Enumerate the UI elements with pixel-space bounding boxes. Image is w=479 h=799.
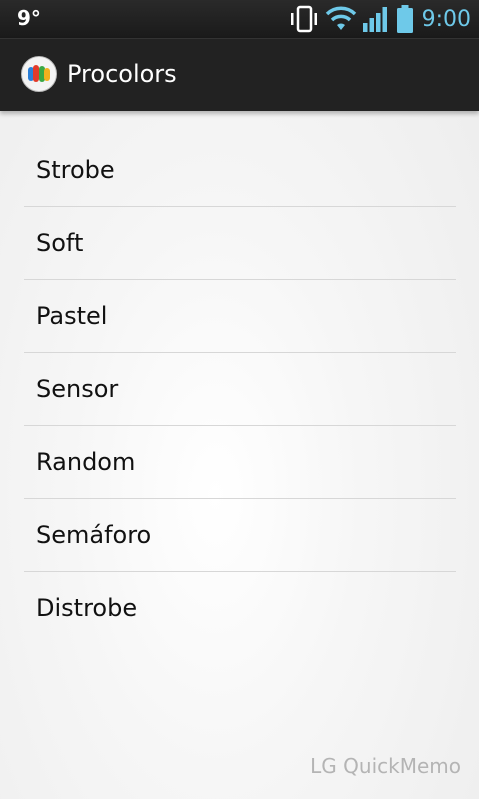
list-item-random[interactable]: Random (24, 426, 456, 499)
procolors-app-icon[interactable] (21, 56, 57, 92)
list-item-soft[interactable]: Soft (24, 207, 456, 280)
clock-text: 9:00 (421, 6, 471, 32)
action-bar: Procolors (0, 38, 479, 111)
status-icons: 9:00 (290, 0, 471, 38)
app-title: Procolors (67, 60, 177, 88)
list-item-distrobe[interactable]: Distrobe (24, 572, 456, 644)
status-bar: 9° 9:00 (0, 0, 479, 38)
vibrate-icon (290, 4, 318, 34)
quickmemo-watermark: LG QuickMemo (310, 754, 461, 778)
temperature-text: 9° (17, 6, 41, 30)
mode-list: Strobe Soft Pastel Sensor Random Semáfor… (24, 134, 456, 644)
list-item-pastel[interactable]: Pastel (24, 280, 456, 353)
wifi-icon (324, 5, 358, 33)
battery-icon (396, 4, 414, 34)
list-item-semaforo[interactable]: Semáforo (24, 499, 456, 572)
signal-icon (362, 5, 390, 33)
list-item-strobe[interactable]: Strobe (24, 134, 456, 207)
list-item-sensor[interactable]: Sensor (24, 353, 456, 426)
